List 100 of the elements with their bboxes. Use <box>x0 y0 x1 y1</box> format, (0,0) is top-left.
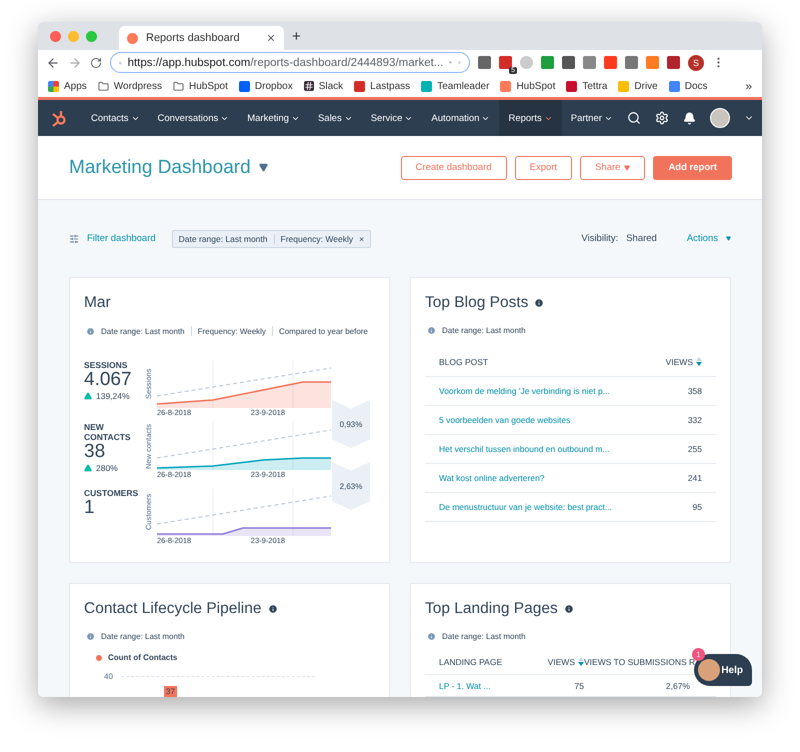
legend-dot <box>96 654 102 660</box>
meta-text: Date range: Last month <box>101 326 185 336</box>
metric-label: SESSIONS <box>84 360 128 370</box>
sort-icon <box>696 357 702 366</box>
bookmark-link[interactable]: Apps <box>48 80 87 92</box>
nav-menu-item[interactable]: Automation <box>422 100 500 136</box>
minimize-window-icon[interactable] <box>68 30 79 42</box>
search-icon[interactable] <box>627 111 641 125</box>
bookmark-link[interactable]: Docs <box>668 80 708 92</box>
column-header[interactable]: BLOG POST <box>439 356 652 366</box>
browser-tab[interactable]: Reports dashboard <box>119 26 284 50</box>
conversion-rate: 0,93% <box>332 400 370 448</box>
bookmark-icon <box>421 80 432 92</box>
bookmark-icon <box>618 80 630 92</box>
info-icon <box>86 632 95 641</box>
bookmark-link[interactable]: HubSpot <box>500 80 556 92</box>
info-icon <box>534 298 544 308</box>
settings-icon[interactable] <box>655 111 669 125</box>
column-header[interactable]: LANDING PAGE <box>439 656 529 666</box>
nav-menu-item[interactable]: Conversations <box>148 100 238 136</box>
bar-value-label: 37 <box>164 686 177 697</box>
metric-change: 139,24% <box>96 390 130 401</box>
metric-value: 1 <box>84 498 96 519</box>
meta-text: Compared to year before <box>278 326 368 336</box>
notifications-icon[interactable] <box>683 112 696 124</box>
address-bar[interactable]: https://app.hubspot.com/reports-dashboard/2444893/market... <box>110 52 470 73</box>
folder-icon <box>98 80 109 92</box>
extension-icon[interactable] <box>625 56 638 69</box>
bookmarks-overflow-button[interactable]: » <box>745 79 752 93</box>
metric-value: 38 <box>84 442 106 463</box>
nav-menu-item[interactable]: Reports <box>499 100 562 136</box>
card-title: Top Blog Posts <box>425 292 716 314</box>
nav-menu-item[interactable]: Sales <box>308 100 362 136</box>
conversion-rate: 2,63% <box>332 462 370 510</box>
table-cell-text: 332 <box>686 415 702 425</box>
actions-link[interactable]: Actions <box>686 233 718 244</box>
table-cell-text: 2,67% <box>664 680 690 690</box>
table-cell-text: 241 <box>686 473 702 483</box>
bookmark-link[interactable]: Lastpass <box>354 80 410 92</box>
card-title: Top Landing Pages <box>425 598 716 620</box>
extension-icon[interactable] <box>520 56 533 69</box>
bookmark-icon <box>566 80 578 92</box>
column-header[interactable]: VIEWS <box>529 656 584 666</box>
new-tab-button[interactable]: + <box>292 28 301 44</box>
reload-icon[interactable] <box>90 56 102 68</box>
bookmark-link[interactable]: Slack <box>304 80 344 92</box>
metric-value: 4.067 <box>84 370 133 391</box>
table-cell-text: 358 <box>686 386 702 396</box>
forward-icon[interactable] <box>68 56 82 70</box>
meta-text: Frequency: Weekly <box>198 326 266 336</box>
blog-post-link[interactable]: Wat kost online adverteren? <box>439 473 652 483</box>
extension-icon[interactable] <box>562 56 575 69</box>
landing-page-link[interactable]: LP - 1. Wat ... <box>439 680 529 690</box>
meta-text: Date range: Last month <box>442 326 526 335</box>
info-icon <box>564 604 574 614</box>
card-title: Contact Lifecycle Pipeline <box>84 598 375 620</box>
caret-icon <box>624 164 630 170</box>
maximize-window-icon[interactable] <box>86 30 97 42</box>
info-icon <box>427 326 436 335</box>
info-icon <box>427 632 436 641</box>
profile-avatar[interactable]: S <box>688 54 704 70</box>
bookmark-icon <box>238 80 250 92</box>
metric-change: 280% <box>96 462 118 473</box>
bookmark-link[interactable]: Drive <box>618 80 658 92</box>
folder-icon <box>172 80 184 92</box>
visibility-label: Visibility: <box>581 233 618 244</box>
close-icon[interactable] <box>266 33 276 43</box>
extension-icon[interactable] <box>499 56 512 69</box>
sliders-icon[interactable] <box>69 234 79 244</box>
blog-post-link[interactable]: 5 voorbeelden van goede websites <box>439 415 652 425</box>
extension-icon[interactable] <box>478 56 491 69</box>
info-icon <box>268 604 278 614</box>
nav-menu-item[interactable]: Service <box>362 100 422 136</box>
nav-menu-item[interactable]: Contacts <box>82 100 148 136</box>
blog-post-link[interactable]: Voorkom de melding 'Je verbinding is niet p... <box>439 386 652 396</box>
legend-label: Count of Contacts <box>108 653 178 662</box>
user-avatar[interactable] <box>710 108 730 128</box>
card-title: Mar <box>84 293 112 313</box>
bookmark-link[interactable]: Teamleader <box>421 80 490 92</box>
blog-post-link[interactable]: Het verschil tussen inbound en outbound m... <box>439 444 652 454</box>
table-cell-text: 75 <box>574 680 584 690</box>
hash-icon <box>304 81 314 91</box>
bookmark-link[interactable]: Tettra <box>566 80 608 92</box>
extension-icon[interactable] <box>667 56 680 69</box>
close-window-icon[interactable] <box>50 30 61 42</box>
bookmark-link[interactable]: HubSpot <box>172 80 228 92</box>
up-triangle-icon <box>84 464 92 472</box>
nav-menu-item[interactable]: Partner <box>562 100 622 136</box>
bookmark-link[interactable]: Wordpress <box>98 80 162 92</box>
nav-menu-item[interactable]: Marketing <box>238 100 309 136</box>
blog-post-link[interactable]: De menustructuur van je website: best pract... <box>439 502 652 512</box>
column-header[interactable]: VIEWS <box>652 356 702 366</box>
info-icon <box>86 326 95 336</box>
table-cell-text: 255 <box>686 444 702 454</box>
bookmark-link[interactable]: Dropbox <box>238 80 293 92</box>
bookmark-icon <box>500 80 512 92</box>
url-text: https://app.hubspot.com/reports-dashboard/2444893/market... <box>128 56 444 68</box>
table-cell-text: 95 <box>692 502 702 512</box>
back-icon[interactable] <box>46 56 60 70</box>
filter-chip[interactable]: Date range: Last month Frequency: Weekly × <box>172 230 372 248</box>
